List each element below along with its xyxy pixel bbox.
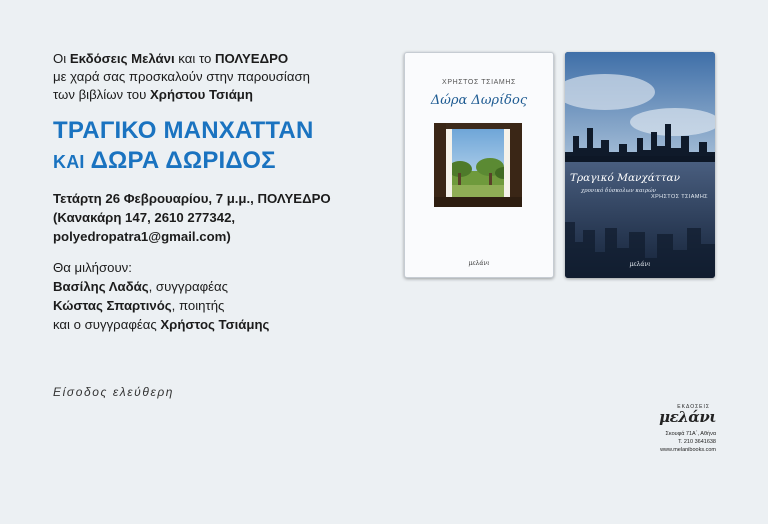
event-address: (Κανακάρη 147, 2610 277342, bbox=[53, 210, 236, 225]
speaker-name: Κώστας Σπαρτινός bbox=[53, 298, 172, 313]
venue-name: ΠΟΛΥΕΔΡΟ bbox=[214, 51, 289, 66]
intro-text: των βιβλίων του bbox=[53, 87, 150, 102]
intro-line-1: Οι Εκδόσεις Μελάνι και το ΠΟΛΥΕΔΡΟ bbox=[53, 50, 393, 68]
event-date-venue: Τετάρτη 26 Φεβρουαρίου, 7 μ.μ., ΠΟΛΥΕΔΡΟ bbox=[53, 191, 331, 206]
book1-author: ΧΡΗΣΤΟΣ ΤΣΙΑΜΗΣ bbox=[442, 79, 516, 86]
speaker-name: Βασίλης Λαδάς bbox=[53, 279, 149, 294]
event-email: polyedropatra1@gmail.com) bbox=[53, 229, 231, 244]
book1-publisher-mark: μελάνι bbox=[468, 260, 490, 267]
speaker-3: και ο συγγραφέας Χρήστος Τσιάμης bbox=[53, 315, 393, 334]
author-name: Χρήστου Τσιάμη bbox=[150, 87, 253, 102]
publisher-imprint: ΕΚΔΟΣΕΙΣ μελάνι Σκουφά 71Α΄, Αθήνα Τ. 21… bbox=[596, 404, 716, 454]
city-skyline-image bbox=[565, 52, 715, 278]
book-cover-dora-doridos: ΧΡΗΣΤΟΣ ΤΣΙΑΜΗΣ Δώρα Δωρίδος μελάνι bbox=[404, 52, 554, 278]
speaker-role: και ο συγγραφέας bbox=[53, 317, 161, 332]
intro-text: Οι bbox=[53, 51, 70, 66]
book2-publisher-mark: μελάνι bbox=[629, 261, 651, 268]
imprint-contact: Σκουφά 71Α΄, Αθήνα Τ. 210 3641638 www.me… bbox=[596, 430, 716, 454]
speaker-role: , συγγραφέας bbox=[148, 279, 229, 294]
book2-title: Τραγικό Μανχάτταν bbox=[570, 172, 680, 184]
event-details: Τετάρτη 26 Φεβρουαρίου, 7 μ.μ., ΠΟΛΥΕΔΡΟ… bbox=[53, 189, 393, 246]
book-cover-tragiko-manhattan: Τραγικό Μανχάτταν χρονικό δύσκολων καιρώ… bbox=[565, 52, 715, 278]
imprint-address: Σκουφά 71Α΄, Αθήνα bbox=[665, 431, 716, 437]
title-book-2: ΔΩΡΑ ΔΩΡΙΔΟΣ bbox=[90, 147, 276, 174]
title-conjunction: ΚΑΙ bbox=[53, 152, 85, 172]
intro-line-3: των βιβλίων του Χρήστου Τσιάμη bbox=[53, 86, 393, 104]
title-line-1: ΤΡΑΓΙΚΟ ΜΑΝΧΑΤΤΑΝ bbox=[53, 117, 314, 144]
speaker-role: , ποιητής bbox=[171, 298, 225, 313]
intro-text: και το bbox=[174, 51, 215, 66]
intro-line-2: με χαρά σας προσκαλούν στην παρουσίαση bbox=[53, 69, 310, 84]
publisher-logo: μελάνι bbox=[659, 408, 716, 426]
speakers-list: Θα μιλήσουν: Βασίλης Λαδάς, συγγραφέας Κ… bbox=[53, 258, 393, 334]
imprint-phone: Τ. 210 3641638 bbox=[678, 439, 716, 445]
book2-subtitle: χρονικό δύσκολων καιρών bbox=[581, 188, 656, 194]
speakers-heading: Θα μιλήσουν: bbox=[53, 260, 132, 275]
imprint-website: www.melanibooks.com bbox=[660, 447, 716, 453]
book2-author: ΧΡΗΣΤΟΣ ΤΣΙΑΜΗΣ bbox=[651, 194, 708, 200]
book1-title: Δώρα Δωρίδος bbox=[430, 93, 528, 108]
speaker-1: Βασίλης Λαδάς, συγγραφέας bbox=[53, 277, 393, 296]
intro-paragraph: Οι Εκδόσεις Μελάνι και το ΠΟΛΥΕΔΡΟ με χα… bbox=[53, 50, 393, 104]
title-line-2: ΚΑΙ ΔΩΡΑ ΔΩΡΙΔΟΣ bbox=[53, 146, 393, 177]
free-entry-note: Είσοδος ελεύθερη bbox=[53, 385, 175, 399]
publisher-name: Εκδόσεις Μελάνι bbox=[69, 51, 175, 66]
invitation-text: Οι Εκδόσεις Μελάνι και το ΠΟΛΥΕΔΡΟ με χα… bbox=[53, 50, 393, 334]
speaker-2: Κώστας Σπαρτινός, ποιητής bbox=[53, 296, 393, 315]
event-title: ΤΡΑΓΙΚΟ ΜΑΝΧΑΤΤΑΝ ΚΑΙ ΔΩΡΑ ΔΩΡΙΔΟΣ bbox=[53, 116, 393, 177]
speaker-name: Χρήστος Τσιάμης bbox=[160, 317, 270, 332]
window-landscape-image bbox=[434, 123, 522, 207]
